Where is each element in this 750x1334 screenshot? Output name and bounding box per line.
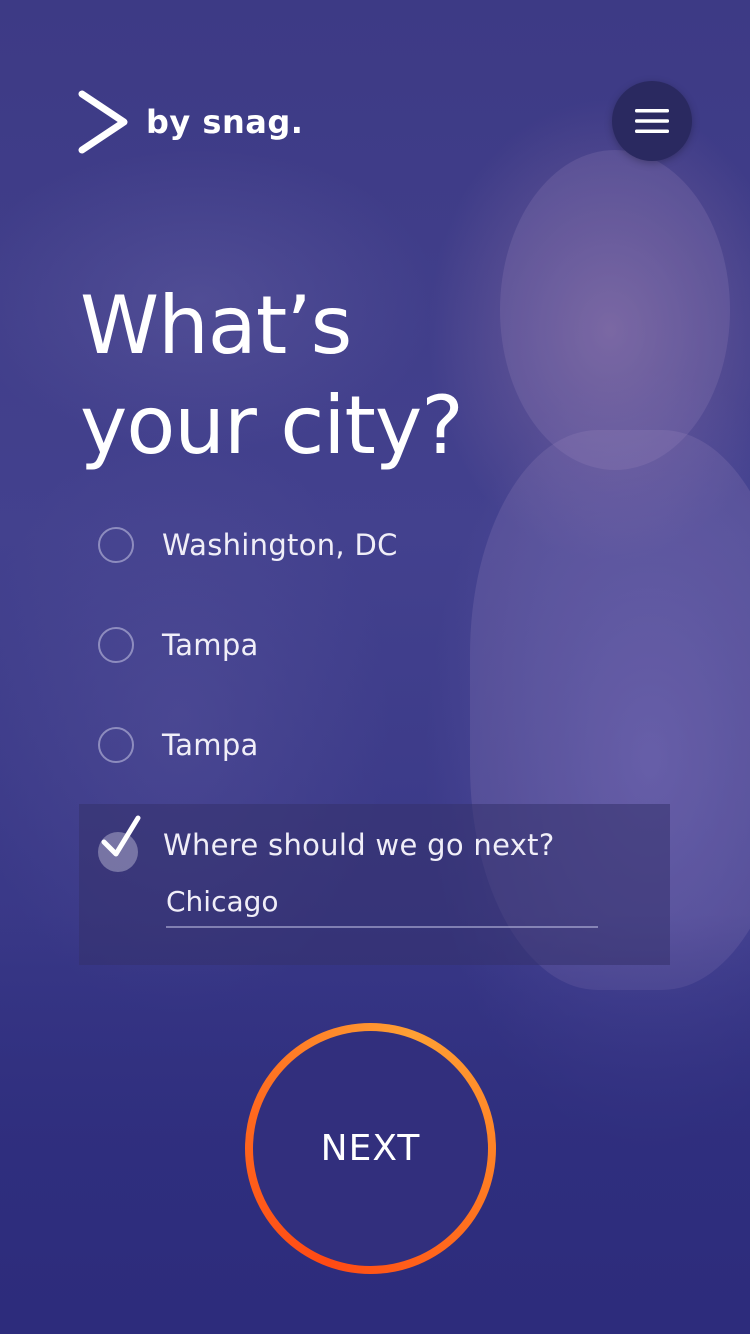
other-city-label: Where should we go next? (163, 828, 555, 862)
checkmark-icon (101, 815, 141, 857)
radio-button[interactable] (98, 627, 134, 663)
city-option-tampa-2[interactable]: Tampa (98, 725, 618, 765)
next-button-inner: NEXT (253, 1031, 488, 1266)
menu-button[interactable] (612, 81, 692, 161)
chevron-right-icon (78, 90, 128, 154)
city-option-tampa[interactable]: Tampa (98, 625, 618, 665)
brand-name: by snag. (146, 103, 304, 141)
city-input[interactable] (166, 876, 598, 928)
city-option-washington[interactable]: Washington, DC (98, 525, 618, 565)
hamburger-menu-icon (635, 109, 669, 133)
selected-radio-button[interactable] (98, 812, 142, 872)
next-button-label: NEXT (320, 1128, 421, 1169)
radio-button[interactable] (98, 527, 134, 563)
city-option-label: Tampa (162, 628, 259, 662)
page-title-line1: What’s (80, 279, 352, 372)
brand-logo[interactable]: by snag. (78, 90, 303, 154)
city-option-label: Tampa (162, 728, 259, 762)
page-title-line2: your city? (80, 379, 464, 472)
next-button[interactable]: NEXT (245, 1023, 496, 1274)
radio-button[interactable] (98, 727, 134, 763)
other-city-option[interactable]: Where should we go next? (79, 804, 670, 965)
page-title: What’s your city? (80, 276, 600, 476)
city-option-label: Washington, DC (162, 528, 398, 562)
